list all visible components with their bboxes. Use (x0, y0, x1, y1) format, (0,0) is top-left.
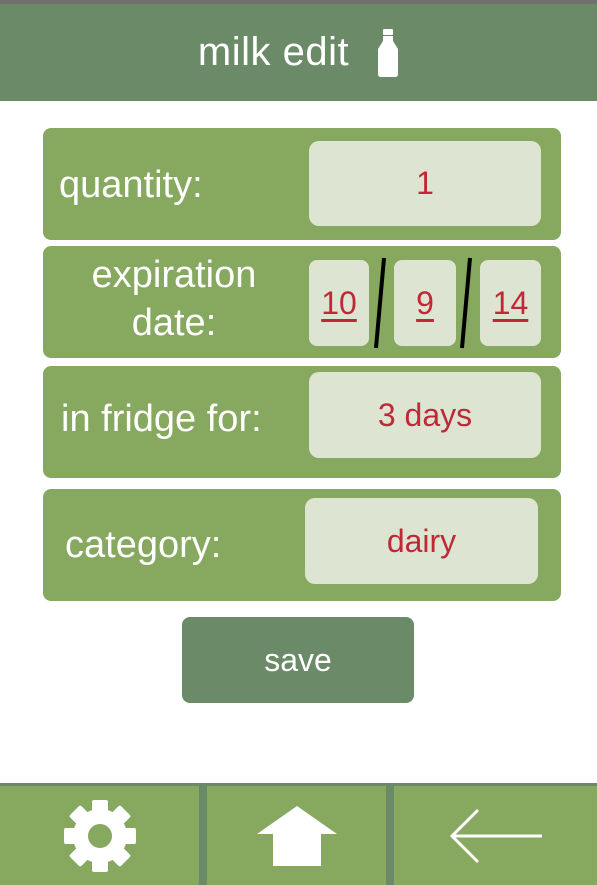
back-button[interactable] (394, 786, 597, 885)
back-arrow-icon (449, 808, 542, 863)
in-fridge-row: in fridge for: 3 days (43, 366, 561, 478)
category-row: category: dairy (43, 489, 561, 601)
home-button[interactable] (207, 786, 386, 885)
bottom-nav-bar (0, 783, 597, 885)
expiration-date-label: expiration date: (59, 252, 289, 347)
app-header: milk edit (0, 4, 597, 101)
expiration-day-value: 9 (416, 284, 434, 321)
nav-divider (199, 786, 207, 885)
expiration-year-value: 14 (492, 284, 529, 321)
save-button[interactable]: save (182, 617, 414, 703)
expiration-month-value: 10 (321, 284, 357, 321)
in-fridge-label: in fridge for: (61, 398, 262, 440)
page-title: milk edit (197, 30, 350, 74)
quantity-row: quantity: 1 (43, 128, 561, 240)
quantity-field[interactable]: 1 (309, 141, 541, 226)
home-icon (256, 805, 337, 866)
expiration-year-field[interactable]: 14 (480, 260, 541, 346)
gear-icon (63, 799, 136, 872)
quantity-label: quantity: (59, 164, 203, 206)
settings-button[interactable] (0, 786, 199, 885)
category-field[interactable]: dairy (305, 498, 538, 584)
nav-divider (386, 786, 394, 885)
date-separator-slash (374, 257, 386, 349)
expiration-label-line1: expiration (91, 254, 257, 296)
expiration-label-line2: date: (131, 301, 217, 344)
milk-bottle-icon (378, 28, 399, 77)
expiration-day-field[interactable]: 9 (394, 260, 456, 346)
category-label: category: (65, 524, 222, 566)
expiration-month-field[interactable]: 10 (309, 260, 369, 346)
expiration-date-row: expiration date: 10 9 14 (43, 246, 561, 358)
in-fridge-field[interactable]: 3 days (309, 372, 541, 458)
date-separator-slash (460, 257, 472, 349)
